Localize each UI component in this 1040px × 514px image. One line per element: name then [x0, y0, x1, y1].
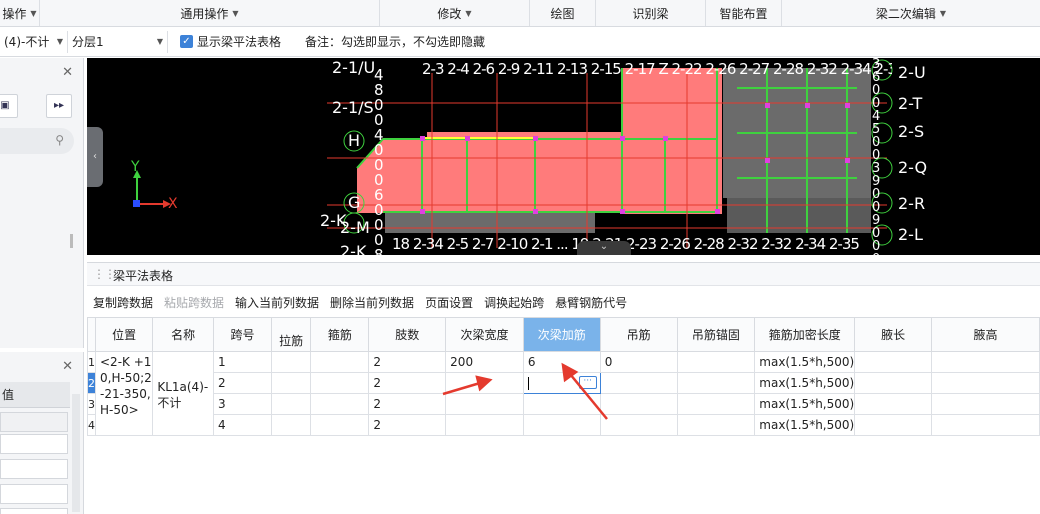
annotation-overlay: [442, 362, 608, 420]
arrow-head-icon: [475, 375, 493, 392]
arrow-line: [569, 373, 608, 420]
app-window: 操作 ▼ 通用操作 ▼ 修改 ▼ 绘图 识别梁 智能布置 梁二次编辑 ▼ (4)-不计 ▼…: [0, 0, 1040, 514]
arrow-line: [442, 381, 481, 396]
annotation-arrows: [442, 362, 608, 420]
